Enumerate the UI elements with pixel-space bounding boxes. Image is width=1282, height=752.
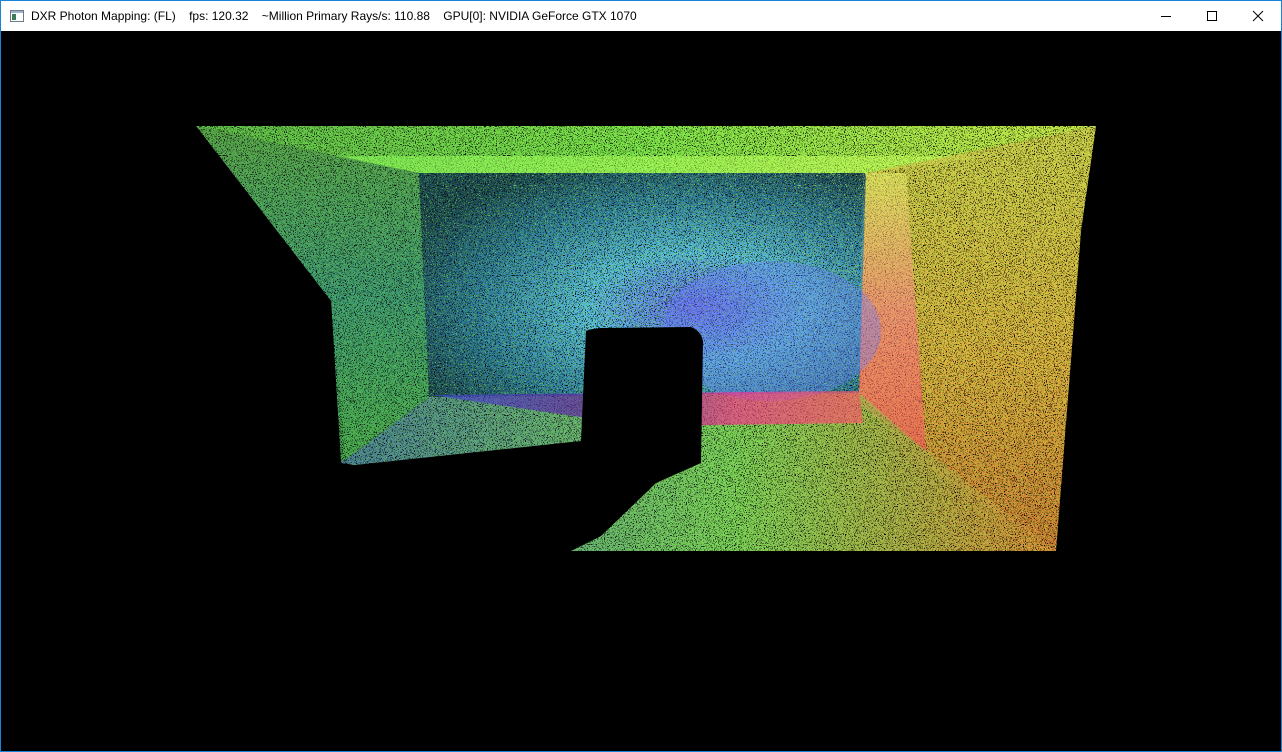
close-icon xyxy=(1252,10,1264,22)
photon-map-render xyxy=(1,31,1096,751)
app-window: DXR Photon Mapping: (FL) fps: 120.32 ~Mi… xyxy=(0,0,1282,752)
maximize-button[interactable] xyxy=(1189,1,1235,31)
window-title: DXR Photon Mapping: (FL) fps: 120.32 ~Mi… xyxy=(31,9,637,23)
minimize-button[interactable] xyxy=(1143,1,1189,31)
maximize-icon xyxy=(1207,11,1217,21)
close-button[interactable] xyxy=(1235,1,1281,31)
minimize-icon xyxy=(1161,16,1171,17)
title-bar[interactable]: DXR Photon Mapping: (FL) fps: 120.32 ~Mi… xyxy=(1,1,1281,31)
window-app-icon[interactable] xyxy=(9,8,25,24)
window-controls xyxy=(1143,1,1281,31)
render-viewport[interactable] xyxy=(1,31,1281,751)
